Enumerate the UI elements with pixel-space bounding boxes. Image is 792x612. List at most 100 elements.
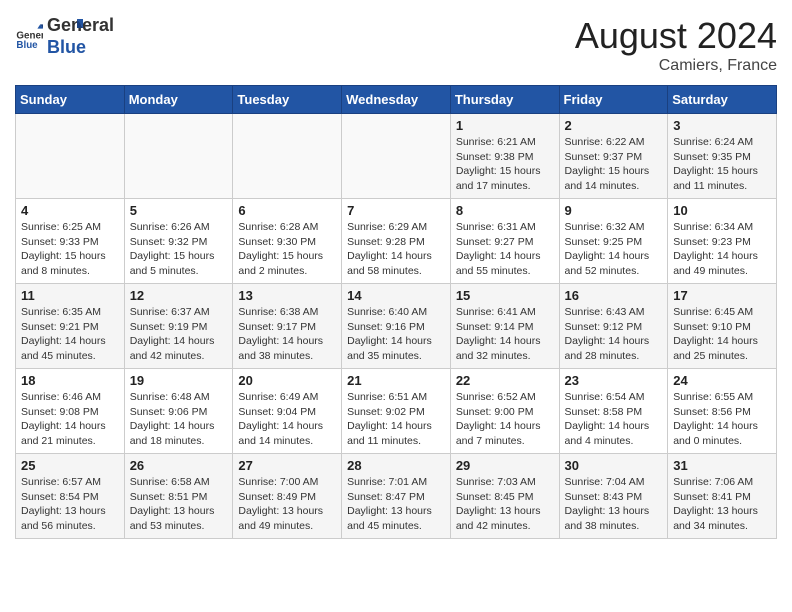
calendar-cell: 11 Sunrise: 6:35 AM Sunset: 9:21 PM Dayli… bbox=[16, 284, 125, 369]
day-info: Sunrise: 6:48 AM Sunset: 9:06 PM Dayligh… bbox=[130, 390, 228, 449]
day-info: Sunrise: 6:21 AM Sunset: 9:38 PM Dayligh… bbox=[456, 135, 554, 194]
day-number: 28 bbox=[347, 458, 445, 473]
day-of-week-header: Saturday bbox=[668, 86, 777, 114]
calendar-cell: 23 Sunrise: 6:54 AM Sunset: 8:58 PM Dayli… bbox=[559, 369, 668, 454]
day-info: Sunrise: 7:00 AM Sunset: 8:49 PM Dayligh… bbox=[238, 475, 336, 534]
logo-triangle bbox=[63, 18, 83, 38]
day-number: 21 bbox=[347, 373, 445, 388]
calendar-cell: 8Sunrise: 6:31 AM Sunset: 9:27 PM Daylig… bbox=[450, 199, 559, 284]
day-number: 14 bbox=[347, 288, 445, 303]
day-info: Sunrise: 6:41 AM Sunset: 9:14 PM Dayligh… bbox=[456, 305, 554, 364]
day-number: 22 bbox=[456, 373, 554, 388]
calendar-cell bbox=[233, 114, 342, 199]
day-number: 23 bbox=[565, 373, 663, 388]
title-block: August 2024 Camiers, France bbox=[575, 15, 777, 75]
day-number: 15 bbox=[456, 288, 554, 303]
day-info: Sunrise: 6:22 AM Sunset: 9:37 PM Dayligh… bbox=[565, 135, 663, 194]
day-number: 27 bbox=[238, 458, 336, 473]
day-info: Sunrise: 6:43 AM Sunset: 9:12 PM Dayligh… bbox=[565, 305, 663, 364]
calendar-cell: 5 Sunrise: 6:26 AM Sunset: 9:32 PM Daylig… bbox=[124, 199, 233, 284]
day-info: Sunrise: 7:04 AM Sunset: 8:43 PM Dayligh… bbox=[565, 475, 663, 534]
day-number: 10 bbox=[673, 203, 771, 218]
day-number: 13 bbox=[238, 288, 336, 303]
calendar-cell bbox=[124, 114, 233, 199]
day-info: Sunrise: 6:37 AM Sunset: 9:19 PM Dayligh… bbox=[130, 305, 228, 364]
calendar-cell: 26 Sunrise: 6:58 AM Sunset: 8:51 PM Dayli… bbox=[124, 454, 233, 539]
day-number: 19 bbox=[130, 373, 228, 388]
day-number: 16 bbox=[565, 288, 663, 303]
day-info: Sunrise: 6:45 AM Sunset: 9:10 PM Dayligh… bbox=[673, 305, 771, 364]
calendar-cell: 9 Sunrise: 6:32 AM Sunset: 9:25 PM Daylig… bbox=[559, 199, 668, 284]
day-info: Sunrise: 6:29 AM Sunset: 9:28 PM Dayligh… bbox=[347, 220, 445, 279]
calendar-cell: 12 Sunrise: 6:37 AM Sunset: 9:19 PM Dayli… bbox=[124, 284, 233, 369]
day-info: Sunrise: 7:01 AM Sunset: 8:47 PM Dayligh… bbox=[347, 475, 445, 534]
day-number: 26 bbox=[130, 458, 228, 473]
day-info: Sunrise: 6:58 AM Sunset: 8:51 PM Dayligh… bbox=[130, 475, 228, 534]
calendar-cell: 1Sunrise: 6:21 AM Sunset: 9:38 PM Daylig… bbox=[450, 114, 559, 199]
day-info: Sunrise: 7:03 AM Sunset: 8:45 PM Dayligh… bbox=[456, 475, 554, 534]
calendar-cell: 22Sunrise: 6:52 AM Sunset: 9:00 PM Dayli… bbox=[450, 369, 559, 454]
calendar-cell: 14Sunrise: 6:40 AM Sunset: 9:16 PM Dayli… bbox=[342, 284, 451, 369]
calendar-table: SundayMondayTuesdayWednesdayThursdayFrid… bbox=[15, 85, 777, 539]
logo-icon: General Blue bbox=[15, 23, 43, 51]
day-info: Sunrise: 6:54 AM Sunset: 8:58 PM Dayligh… bbox=[565, 390, 663, 449]
day-number: 11 bbox=[21, 288, 119, 303]
day-info: Sunrise: 6:35 AM Sunset: 9:21 PM Dayligh… bbox=[21, 305, 119, 364]
calendar-week-row: 1Sunrise: 6:21 AM Sunset: 9:38 PM Daylig… bbox=[16, 114, 777, 199]
calendar-cell bbox=[342, 114, 451, 199]
month-year-title: August 2024 bbox=[575, 15, 777, 57]
calendar-cell: 16 Sunrise: 6:43 AM Sunset: 9:12 PM Dayli… bbox=[559, 284, 668, 369]
day-of-week-header: Friday bbox=[559, 86, 668, 114]
calendar-cell bbox=[16, 114, 125, 199]
calendar-week-row: 25Sunrise: 6:57 AM Sunset: 8:54 PM Dayli… bbox=[16, 454, 777, 539]
calendar-cell: 29 Sunrise: 7:03 AM Sunset: 8:45 PM Dayli… bbox=[450, 454, 559, 539]
calendar-cell: 28 Sunrise: 7:01 AM Sunset: 8:47 PM Dayli… bbox=[342, 454, 451, 539]
calendar-cell: 17Sunrise: 6:45 AM Sunset: 9:10 PM Dayli… bbox=[668, 284, 777, 369]
calendar-cell: 6 Sunrise: 6:28 AM Sunset: 9:30 PM Daylig… bbox=[233, 199, 342, 284]
day-number: 6 bbox=[238, 203, 336, 218]
calendar-cell: 30Sunrise: 7:04 AM Sunset: 8:43 PM Dayli… bbox=[559, 454, 668, 539]
logo-blue-text: Blue bbox=[47, 37, 114, 59]
day-info: Sunrise: 6:55 AM Sunset: 8:56 PM Dayligh… bbox=[673, 390, 771, 449]
day-of-week-header: Sunday bbox=[16, 86, 125, 114]
svg-text:Blue: Blue bbox=[16, 40, 38, 51]
day-of-week-header: Wednesday bbox=[342, 86, 451, 114]
location-subtitle: Camiers, France bbox=[575, 57, 777, 75]
calendar-cell: 2 Sunrise: 6:22 AM Sunset: 9:37 PM Daylig… bbox=[559, 114, 668, 199]
calendar-week-row: 11 Sunrise: 6:35 AM Sunset: 9:21 PM Dayli… bbox=[16, 284, 777, 369]
day-info: Sunrise: 6:24 AM Sunset: 9:35 PM Dayligh… bbox=[673, 135, 771, 194]
day-info: Sunrise: 6:49 AM Sunset: 9:04 PM Dayligh… bbox=[238, 390, 336, 449]
day-of-week-header: Thursday bbox=[450, 86, 559, 114]
day-info: Sunrise: 6:25 AM Sunset: 9:33 PM Dayligh… bbox=[21, 220, 119, 279]
day-number: 7 bbox=[347, 203, 445, 218]
day-number: 24 bbox=[673, 373, 771, 388]
calendar-cell: 21Sunrise: 6:51 AM Sunset: 9:02 PM Dayli… bbox=[342, 369, 451, 454]
day-number: 25 bbox=[21, 458, 119, 473]
calendar-week-row: 4Sunrise: 6:25 AM Sunset: 9:33 PM Daylig… bbox=[16, 199, 777, 284]
day-number: 2 bbox=[565, 118, 663, 133]
calendar-cell: 4Sunrise: 6:25 AM Sunset: 9:33 PM Daylig… bbox=[16, 199, 125, 284]
day-number: 9 bbox=[565, 203, 663, 218]
day-number: 8 bbox=[456, 203, 554, 218]
calendar-week-row: 18 Sunrise: 6:46 AM Sunset: 9:08 PM Dayli… bbox=[16, 369, 777, 454]
day-number: 29 bbox=[456, 458, 554, 473]
calendar-cell: 18 Sunrise: 6:46 AM Sunset: 9:08 PM Dayli… bbox=[16, 369, 125, 454]
day-number: 5 bbox=[130, 203, 228, 218]
day-number: 3 bbox=[673, 118, 771, 133]
day-info: Sunrise: 6:32 AM Sunset: 9:25 PM Dayligh… bbox=[565, 220, 663, 279]
day-info: Sunrise: 6:28 AM Sunset: 9:30 PM Dayligh… bbox=[238, 220, 336, 279]
calendar-cell: 25Sunrise: 6:57 AM Sunset: 8:54 PM Dayli… bbox=[16, 454, 125, 539]
day-number: 12 bbox=[130, 288, 228, 303]
day-number: 18 bbox=[21, 373, 119, 388]
calendar-cell: 10 Sunrise: 6:34 AM Sunset: 9:23 PM Dayli… bbox=[668, 199, 777, 284]
calendar-cell: 20 Sunrise: 6:49 AM Sunset: 9:04 PM Dayli… bbox=[233, 369, 342, 454]
calendar-cell: 15 Sunrise: 6:41 AM Sunset: 9:14 PM Dayli… bbox=[450, 284, 559, 369]
day-info: Sunrise: 6:34 AM Sunset: 9:23 PM Dayligh… bbox=[673, 220, 771, 279]
day-info: Sunrise: 7:06 AM Sunset: 8:41 PM Dayligh… bbox=[673, 475, 771, 534]
day-info: Sunrise: 6:46 AM Sunset: 9:08 PM Dayligh… bbox=[21, 390, 119, 449]
day-info: Sunrise: 6:38 AM Sunset: 9:17 PM Dayligh… bbox=[238, 305, 336, 364]
day-info: Sunrise: 6:26 AM Sunset: 9:32 PM Dayligh… bbox=[130, 220, 228, 279]
calendar-cell: 7 Sunrise: 6:29 AM Sunset: 9:28 PM Daylig… bbox=[342, 199, 451, 284]
calendar-cell: 19 Sunrise: 6:48 AM Sunset: 9:06 PM Dayli… bbox=[124, 369, 233, 454]
day-number: 20 bbox=[238, 373, 336, 388]
